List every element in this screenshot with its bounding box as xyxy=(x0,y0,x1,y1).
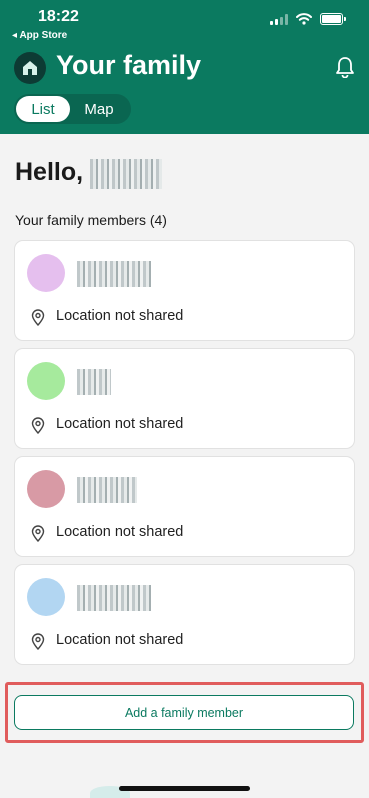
location-status: Location not shared xyxy=(56,524,184,540)
app-header: 18:22 ◂ App Store Your family List Map xyxy=(0,0,369,134)
page-title: Your family xyxy=(56,50,202,80)
status-icons xyxy=(270,13,346,25)
tab-map[interactable]: Map xyxy=(70,96,128,122)
location-pin-icon xyxy=(31,309,45,326)
greeting-text: Hello, xyxy=(15,158,84,186)
redacted-member-name xyxy=(77,369,111,395)
redacted-member-name xyxy=(77,477,137,503)
family-members-heading: Your family members (4) xyxy=(15,212,167,228)
battery-icon xyxy=(320,13,346,25)
home-indicator[interactable] xyxy=(119,786,250,791)
location-pin-icon xyxy=(31,417,45,434)
avatar xyxy=(27,362,65,400)
family-member-card[interactable]: Location not shared xyxy=(14,564,355,665)
view-toggle: List Map xyxy=(14,94,131,124)
add-family-member-button[interactable]: Add a family member xyxy=(14,695,354,730)
redacted-user-name xyxy=(90,159,162,189)
family-member-card[interactable]: Location not shared xyxy=(14,240,355,341)
location-pin-icon xyxy=(31,525,45,542)
redacted-member-name xyxy=(77,585,151,611)
location-status: Location not shared xyxy=(56,308,184,324)
notifications-bell-icon[interactable] xyxy=(335,56,355,78)
family-member-card[interactable]: Location not shared xyxy=(14,348,355,449)
redacted-member-name xyxy=(77,261,151,287)
location-status: Location not shared xyxy=(56,632,184,648)
family-member-card[interactable]: Location not shared xyxy=(14,456,355,557)
location-status: Location not shared xyxy=(56,416,184,432)
cellular-signal-icon xyxy=(270,13,288,25)
back-to-app-store-link[interactable]: ◂ App Store xyxy=(12,30,67,41)
status-time: 18:22 xyxy=(38,8,79,25)
avatar xyxy=(27,470,65,508)
wifi-icon xyxy=(296,13,312,25)
home-icon xyxy=(14,52,46,84)
avatar xyxy=(27,254,65,292)
tab-list[interactable]: List xyxy=(16,96,70,122)
avatar xyxy=(27,578,65,616)
back-label: App Store xyxy=(19,30,68,41)
location-pin-icon xyxy=(31,633,45,650)
